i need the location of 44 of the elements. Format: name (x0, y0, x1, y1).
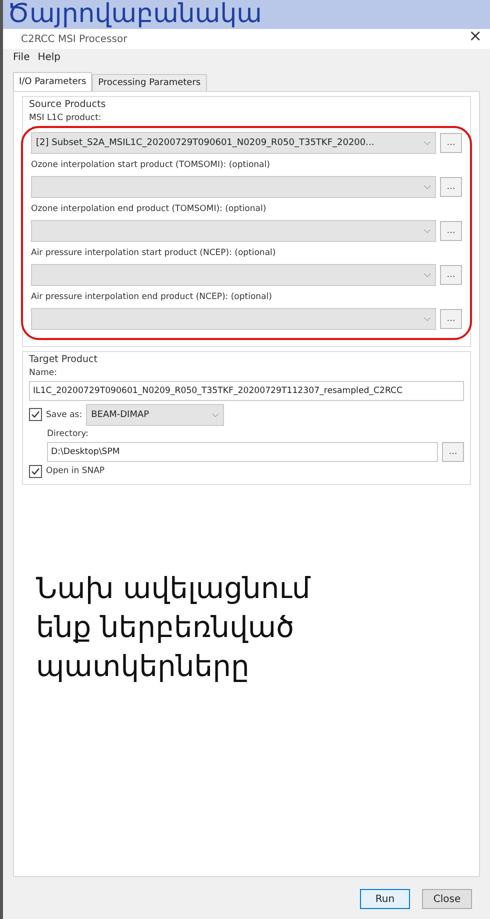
menu-item[interactable]: Help (38, 52, 61, 63)
caret-icon: ⌵ (424, 226, 431, 236)
product-dropdown[interactable]: ⌵ (31, 308, 436, 330)
field-label: Air pressure interpolation end product (NCEP): (optional) (31, 292, 273, 302)
checkbox[interactable] (29, 464, 42, 478)
browse-button[interactable]: ... (440, 264, 462, 285)
field-label: Ozone interpolation end product (TOMSOMI): (optional) (31, 204, 268, 214)
field-label: Directory: (47, 428, 90, 439)
group-title: Target Product (29, 354, 98, 365)
product-dropdown[interactable]: ⌵ (31, 264, 436, 286)
field-label: Ozone interpolation start product (TOMSOMI): (optional) (31, 160, 271, 170)
tab[interactable]: Processing Parameters (92, 74, 207, 91)
dropdown-value: [2] Subset_S2A_MSIL1C_20200729T090601_N0209_R050_T35TKF_20200... (36, 138, 374, 148)
window-title: C2RCC MSI Processor (20, 34, 128, 45)
tab[interactable]: I/O Parameters (13, 72, 92, 91)
dialog-button[interactable]: Close (422, 889, 472, 909)
checkbox[interactable] (29, 408, 42, 422)
product-dropdown[interactable]: ⌵ (31, 176, 436, 198)
annotation-text: Նախ ավելացնում ենք ներբեռնված պատկերները (36, 570, 312, 685)
group-title: Source Products (29, 98, 107, 110)
caret-icon: ⌵ (424, 270, 431, 280)
caret-icon: ⌵ (424, 314, 431, 324)
field-label: Name: (29, 368, 58, 378)
browse-button[interactable]: ... (440, 220, 462, 241)
product-dropdown[interactable]: ⌵ (31, 220, 436, 242)
browse-button[interactable]: ... (442, 442, 464, 462)
browse-button[interactable]: ... (440, 308, 462, 329)
slide-title: Ծայրովաբանակա (3, 0, 490, 29)
caret-icon: ⌵ (424, 182, 431, 192)
browse-button[interactable]: ... (440, 132, 462, 153)
field-label: MSI L1C product: (29, 112, 102, 123)
menu-item[interactable]: File (13, 52, 30, 63)
checkbox-label: Save as: (46, 410, 82, 420)
directory-field[interactable]: D:\Desktop\SPM (47, 442, 438, 462)
checkbox-label: Open in SNAP (46, 466, 105, 476)
browse-button[interactable]: ... (440, 176, 462, 197)
caret-icon: ⌵ (424, 138, 431, 148)
caret-icon: ⌵ (212, 410, 220, 420)
name-field[interactable]: IL1C_20200729T090601_N0209_R050_T35TKF_20200729T112307_resampled_C2RCC (29, 380, 464, 401)
dialog-button[interactable]: Run (360, 889, 410, 909)
product-dropdown[interactable]: [2] Subset_S2A_MSIL1C_20200729T090601_N0209_R050_T35TKF_20200... ⌵ (31, 132, 436, 154)
field-label: Air pressure interpolation start product (NCEP): (optional) (31, 248, 277, 258)
format-dropdown[interactable]: BEAM-DIMAP ⌵ (86, 404, 224, 426)
dropdown-value: BEAM-DIMAP (91, 410, 150, 420)
